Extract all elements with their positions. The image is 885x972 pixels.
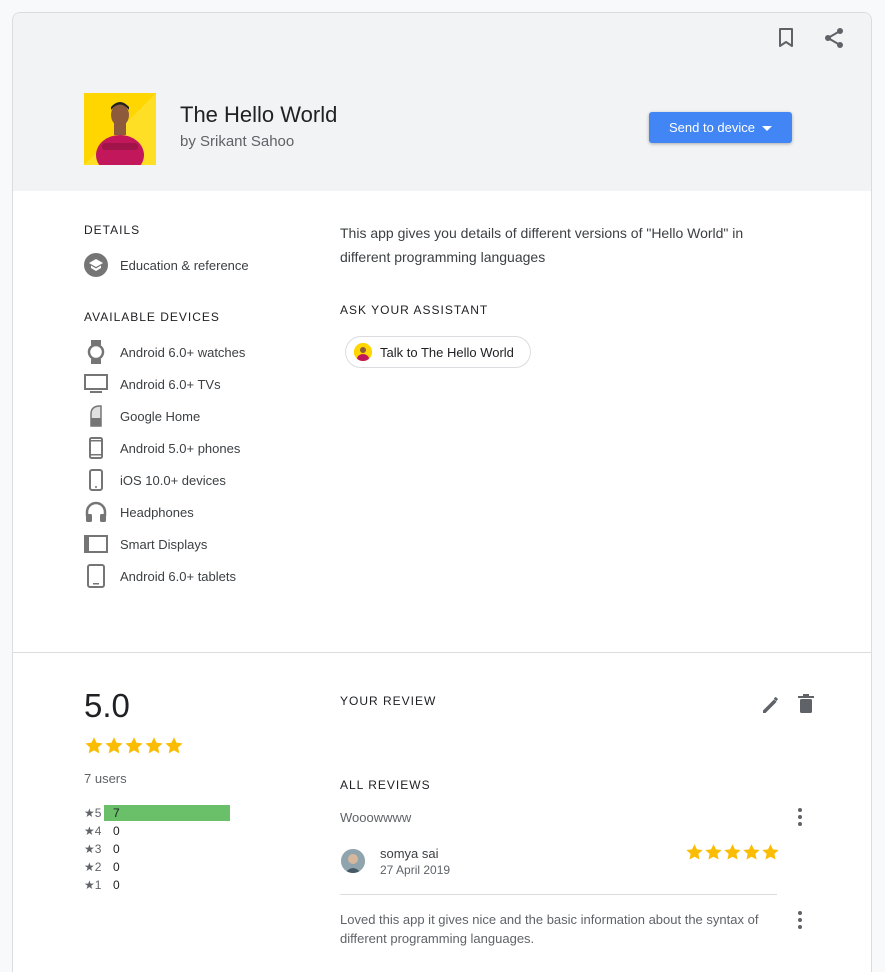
review-stars [685,843,780,862]
device-label: Android 6.0+ tablets [120,568,236,584]
your-review-heading: YOUR REVIEW [340,694,437,708]
device-item-smart-displays: Smart Displays [84,532,207,556]
iphone-icon [84,468,108,492]
tablet-icon [84,564,108,588]
available-devices-heading: AVAILABLE DEVICES [84,310,220,324]
app-detail-card: The Hello World by Srikant Sahoo Send to… [12,12,872,972]
speaker-icon [84,404,108,428]
category-row[interactable]: Education & reference [84,253,249,277]
histogram-label: ★3 [84,842,102,856]
star-icon [145,737,163,754]
histogram-count: 0 [113,842,120,856]
more-options-icon[interactable] [788,908,812,932]
device-label: Smart Displays [120,536,208,552]
review-divider [340,894,777,895]
tv-icon [84,372,108,396]
device-label: Android 6.0+ watches [120,344,246,360]
histogram-label: ★5 [84,806,102,820]
watch-icon [84,340,108,364]
ask-assistant-heading: ASK YOUR ASSISTANT [340,303,489,317]
histogram-row-4: ★4 0 [84,822,120,840]
send-to-device-label: Send to device [668,120,755,135]
talk-to-assistant-chip[interactable]: Talk to The Hello World [345,336,531,368]
average-stars [84,736,184,756]
talk-to-label: Talk to The Hello World [380,344,514,360]
star-icon [85,737,103,754]
histogram-row-3: ★3 0 [84,840,120,858]
device-label: Headphones [120,504,194,520]
app-author[interactable]: by Srikant Sahoo [180,133,294,150]
histogram-label: ★4 [84,824,102,838]
reviewer-name: somya sai [380,846,439,861]
histogram-row-5: ★5 7 [84,804,230,822]
category-label: Education & reference [120,257,249,273]
display-icon [84,532,108,556]
rating-count: 7 users [84,771,127,786]
star-icon [105,737,123,754]
share-icon[interactable] [821,25,847,51]
section-divider [13,652,871,653]
star-icon [762,844,779,860]
device-label: iOS 10.0+ devices [120,472,226,488]
delete-icon[interactable] [793,691,819,717]
more-options-icon[interactable] [788,805,812,829]
histogram-label: ★2 [84,860,102,874]
star-icon [743,844,760,860]
histogram-count: 0 [113,878,120,892]
device-item-google-home: Google Home [84,404,200,428]
device-item-ios: iOS 10.0+ devices [84,468,226,492]
star-icon [125,737,143,754]
histogram-row-1: ★1 0 [84,876,120,894]
device-item-tablets: Android 6.0+ tablets [84,564,236,588]
histogram-count: 0 [113,860,120,874]
app-icon [84,93,156,165]
app-title: The Hello World [180,102,338,127]
app-header: The Hello World by Srikant Sahoo Send to… [13,13,871,191]
histogram-label: ★1 [84,878,102,892]
review-text: Loved this app it gives nice and the bas… [340,912,759,946]
send-to-device-button[interactable]: Send to device [649,112,792,143]
reviewer-avatar [341,849,365,873]
headphones-icon [84,500,108,524]
device-item-android-phones: Android 5.0+ phones [84,436,240,460]
histogram-count: 0 [113,824,120,838]
device-item-watches: Android 6.0+ watches [84,340,245,364]
average-rating: 5.0 [84,687,130,724]
edit-icon[interactable] [758,692,784,718]
device-item-tvs: Android 6.0+ TVs [84,372,221,396]
device-label: Android 6.0+ TVs [120,376,221,392]
graduation-cap-icon [84,253,108,277]
details-heading: DETAILS [84,223,141,237]
histogram-row-2: ★2 0 [84,858,120,876]
device-label: Google Home [120,408,201,424]
star-icon [724,844,741,860]
header-actions [773,25,847,51]
star-icon [686,844,703,860]
all-reviews-heading: ALL REVIEWS [340,778,431,792]
bookmark-icon[interactable] [773,25,799,51]
histogram-bar: 7 [104,805,230,821]
review-date: 27 April 2019 [380,863,451,877]
phone-icon [84,436,108,460]
star-icon [705,844,722,860]
star-icon [165,737,183,754]
app-description: This app gives you details of different … [340,225,744,265]
app-avatar-icon [354,343,372,361]
device-item-headphones: Headphones [84,500,194,524]
device-label: Android 5.0+ phones [120,440,241,456]
caret-down-icon [762,125,772,131]
review-text: Wooowwww [340,810,412,825]
